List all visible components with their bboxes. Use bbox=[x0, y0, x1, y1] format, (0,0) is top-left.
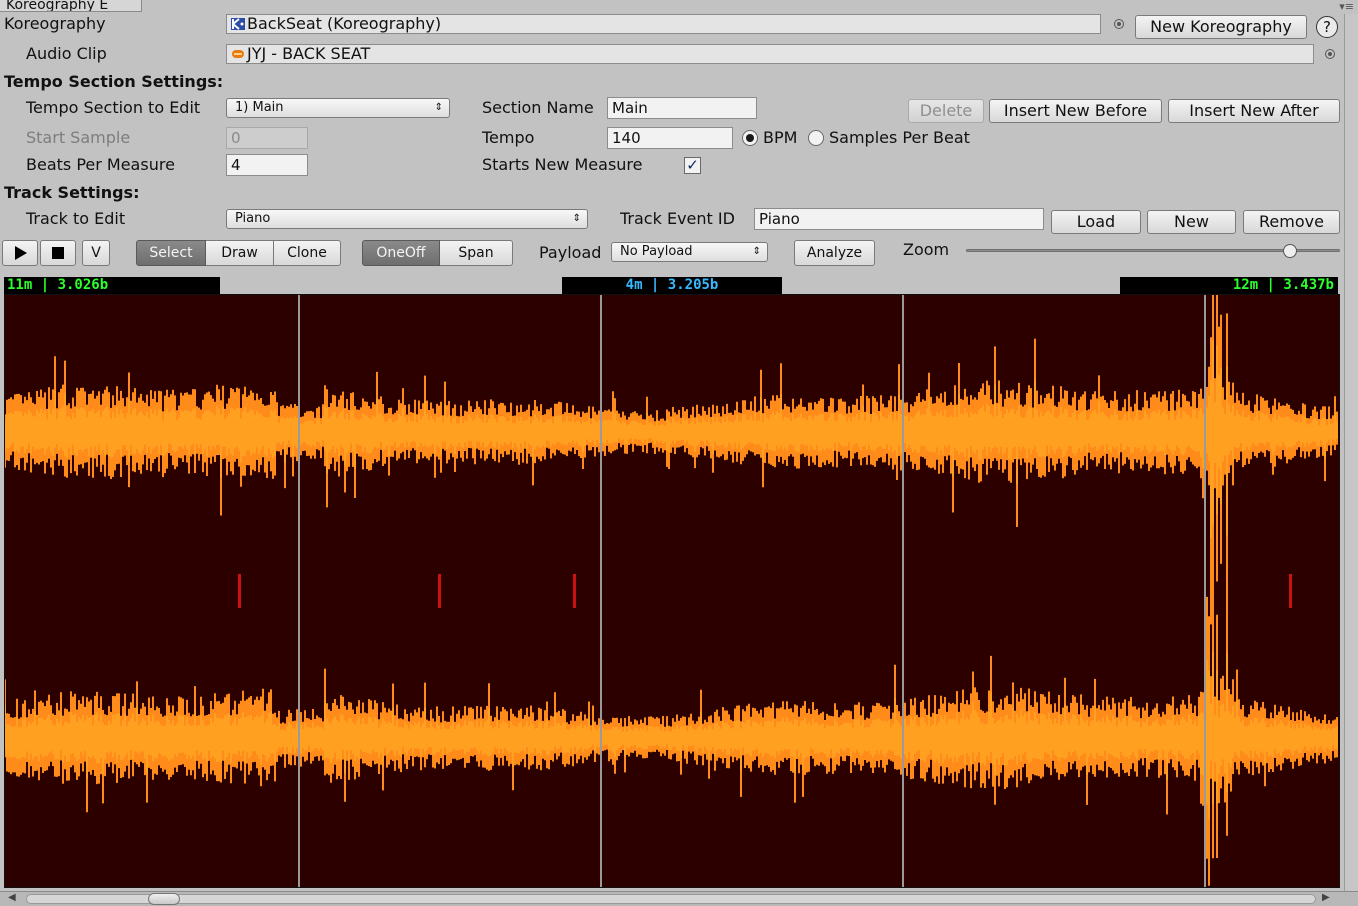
track-settings-header: Track Settings: bbox=[4, 183, 140, 202]
bpm-radio[interactable] bbox=[742, 130, 758, 146]
stop-icon bbox=[52, 247, 64, 259]
play-button[interactable] bbox=[2, 240, 38, 266]
dropdown-arrow-icon: ⇕ bbox=[752, 246, 761, 257]
analyze-button[interactable]: Analyze bbox=[794, 240, 875, 266]
track-event-id-label: Track Event ID bbox=[620, 209, 735, 228]
start-sample-label: Start Sample bbox=[26, 128, 131, 147]
insert-new-before-button[interactable]: Insert New Before bbox=[989, 99, 1162, 123]
dropdown-arrow-icon: ⇕ bbox=[572, 213, 581, 224]
waveform-canvas[interactable] bbox=[5, 295, 1339, 887]
right-channel-waveform bbox=[5, 582, 1338, 887]
beats-per-measure-field[interactable]: 4 bbox=[226, 154, 308, 176]
payload-dropdown[interactable]: No Payload ⇕ bbox=[611, 242, 768, 262]
help-icon[interactable]: ? bbox=[1316, 16, 1338, 38]
scrollbar-thumb[interactable] bbox=[148, 893, 180, 905]
center-position-readout: 4m | 3.205b bbox=[562, 277, 782, 294]
tempo-label: Tempo bbox=[482, 128, 535, 147]
select-mode-button[interactable]: Select bbox=[136, 240, 206, 266]
clone-mode-button[interactable]: Clone bbox=[274, 240, 341, 266]
new-track-button[interactable]: New bbox=[1147, 210, 1236, 234]
track-event-id-field[interactable]: Piano bbox=[754, 208, 1044, 230]
stop-button[interactable] bbox=[40, 240, 76, 266]
oneoff-event-button[interactable]: OneOff bbox=[362, 240, 440, 266]
remove-track-button[interactable]: Remove bbox=[1243, 210, 1340, 234]
starts-new-measure-label: Starts New Measure bbox=[482, 155, 643, 174]
zoom-slider[interactable] bbox=[966, 243, 1340, 259]
audio-clip-value: JYJ - BACK SEAT bbox=[247, 44, 371, 63]
left-channel-waveform-inner bbox=[5, 340, 1338, 538]
section-name-label: Section Name bbox=[482, 98, 594, 117]
koreography-event-marker[interactable] bbox=[573, 574, 576, 608]
bpm-radio-label: BPM bbox=[763, 128, 798, 147]
koreography-asset-icon bbox=[231, 18, 245, 30]
koreography-field[interactable]: BackSeat (Koreography) bbox=[226, 14, 1101, 34]
right-channel-waveform-inner bbox=[5, 652, 1338, 844]
visualizer-toggle-button[interactable]: V bbox=[82, 240, 110, 266]
tempo-section-value: 1) Main bbox=[235, 100, 284, 115]
draw-mode-button[interactable]: Draw bbox=[206, 240, 274, 266]
starts-new-measure-checkbox[interactable]: ✓ bbox=[684, 157, 701, 174]
tempo-section-header: Tempo Section Settings: bbox=[4, 72, 224, 91]
insert-new-after-button[interactable]: Insert New After bbox=[1168, 99, 1340, 123]
vertical-scrollbar[interactable] bbox=[1344, 14, 1358, 891]
scrollbar-track[interactable] bbox=[26, 894, 1316, 904]
dropdown-arrow-icon: ⇕ bbox=[434, 102, 443, 113]
track-to-edit-value: Piano bbox=[235, 211, 271, 226]
beats-per-measure-label: Beats Per Measure bbox=[26, 155, 175, 174]
waveform-editor[interactable] bbox=[4, 294, 1340, 888]
left-position-readout: 11m | 3.026b bbox=[4, 277, 220, 294]
window-menu-icon[interactable]: ▾≡ bbox=[1339, 0, 1354, 13]
load-track-button[interactable]: Load bbox=[1051, 210, 1141, 234]
scroll-left-icon[interactable]: ◀ bbox=[8, 892, 16, 903]
tempo-section-dropdown[interactable]: 1) Main ⇕ bbox=[226, 98, 450, 118]
tempo-field[interactable]: 140 bbox=[607, 127, 733, 149]
track-to-edit-label: Track to Edit bbox=[26, 209, 126, 228]
edit-mode-selector: Select Draw Clone bbox=[136, 240, 341, 266]
right-position-readout: 12m | 3.437b bbox=[1120, 277, 1338, 294]
koreography-event-marker[interactable] bbox=[438, 574, 441, 608]
koreography-event-marker[interactable] bbox=[1289, 574, 1292, 608]
play-icon bbox=[15, 246, 27, 260]
delete-section-button[interactable]: Delete bbox=[908, 99, 984, 123]
samples-per-beat-radio[interactable] bbox=[808, 130, 824, 146]
zoom-label: Zoom bbox=[903, 240, 950, 259]
audio-clip-icon bbox=[232, 50, 244, 58]
zoom-slider-thumb[interactable] bbox=[1283, 244, 1297, 258]
span-event-button[interactable]: Span bbox=[440, 240, 513, 266]
payload-label: Payload bbox=[539, 243, 602, 262]
koreography-event-marker[interactable] bbox=[238, 574, 241, 608]
samples-per-beat-label: Samples Per Beat bbox=[829, 128, 970, 147]
audio-clip-field[interactable]: JYJ - BACK SEAT bbox=[226, 44, 1314, 64]
left-channel-waveform bbox=[5, 295, 1338, 625]
window-tab-title: Koreography E bbox=[6, 0, 109, 12]
new-koreography-button[interactable]: New Koreography bbox=[1135, 15, 1307, 39]
section-name-field[interactable]: Main bbox=[607, 97, 757, 119]
koreography-picker-icon[interactable] bbox=[1114, 19, 1124, 29]
checkmark-icon: ✓ bbox=[686, 156, 699, 174]
tempo-section-to-edit-label: Tempo Section to Edit bbox=[26, 98, 201, 117]
audio-clip-label: Audio Clip bbox=[26, 44, 107, 63]
payload-value: No Payload bbox=[620, 244, 693, 259]
koreography-label: Koreography bbox=[4, 14, 106, 33]
window-tab[interactable]: Koreography E bbox=[0, 0, 142, 12]
left-channel-waveform-outer bbox=[5, 295, 1338, 625]
audio-clip-picker-icon[interactable] bbox=[1325, 49, 1335, 59]
koreography-value: BackSeat (Koreography) bbox=[247, 14, 442, 33]
scroll-right-icon[interactable]: ▶ bbox=[1322, 892, 1330, 903]
event-type-selector: OneOff Span bbox=[362, 240, 513, 266]
track-to-edit-dropdown[interactable]: Piano ⇕ bbox=[226, 209, 588, 229]
start-sample-field: 0 bbox=[226, 127, 308, 149]
horizontal-scrollbar[interactable]: ◀ ▶ bbox=[0, 891, 1358, 906]
